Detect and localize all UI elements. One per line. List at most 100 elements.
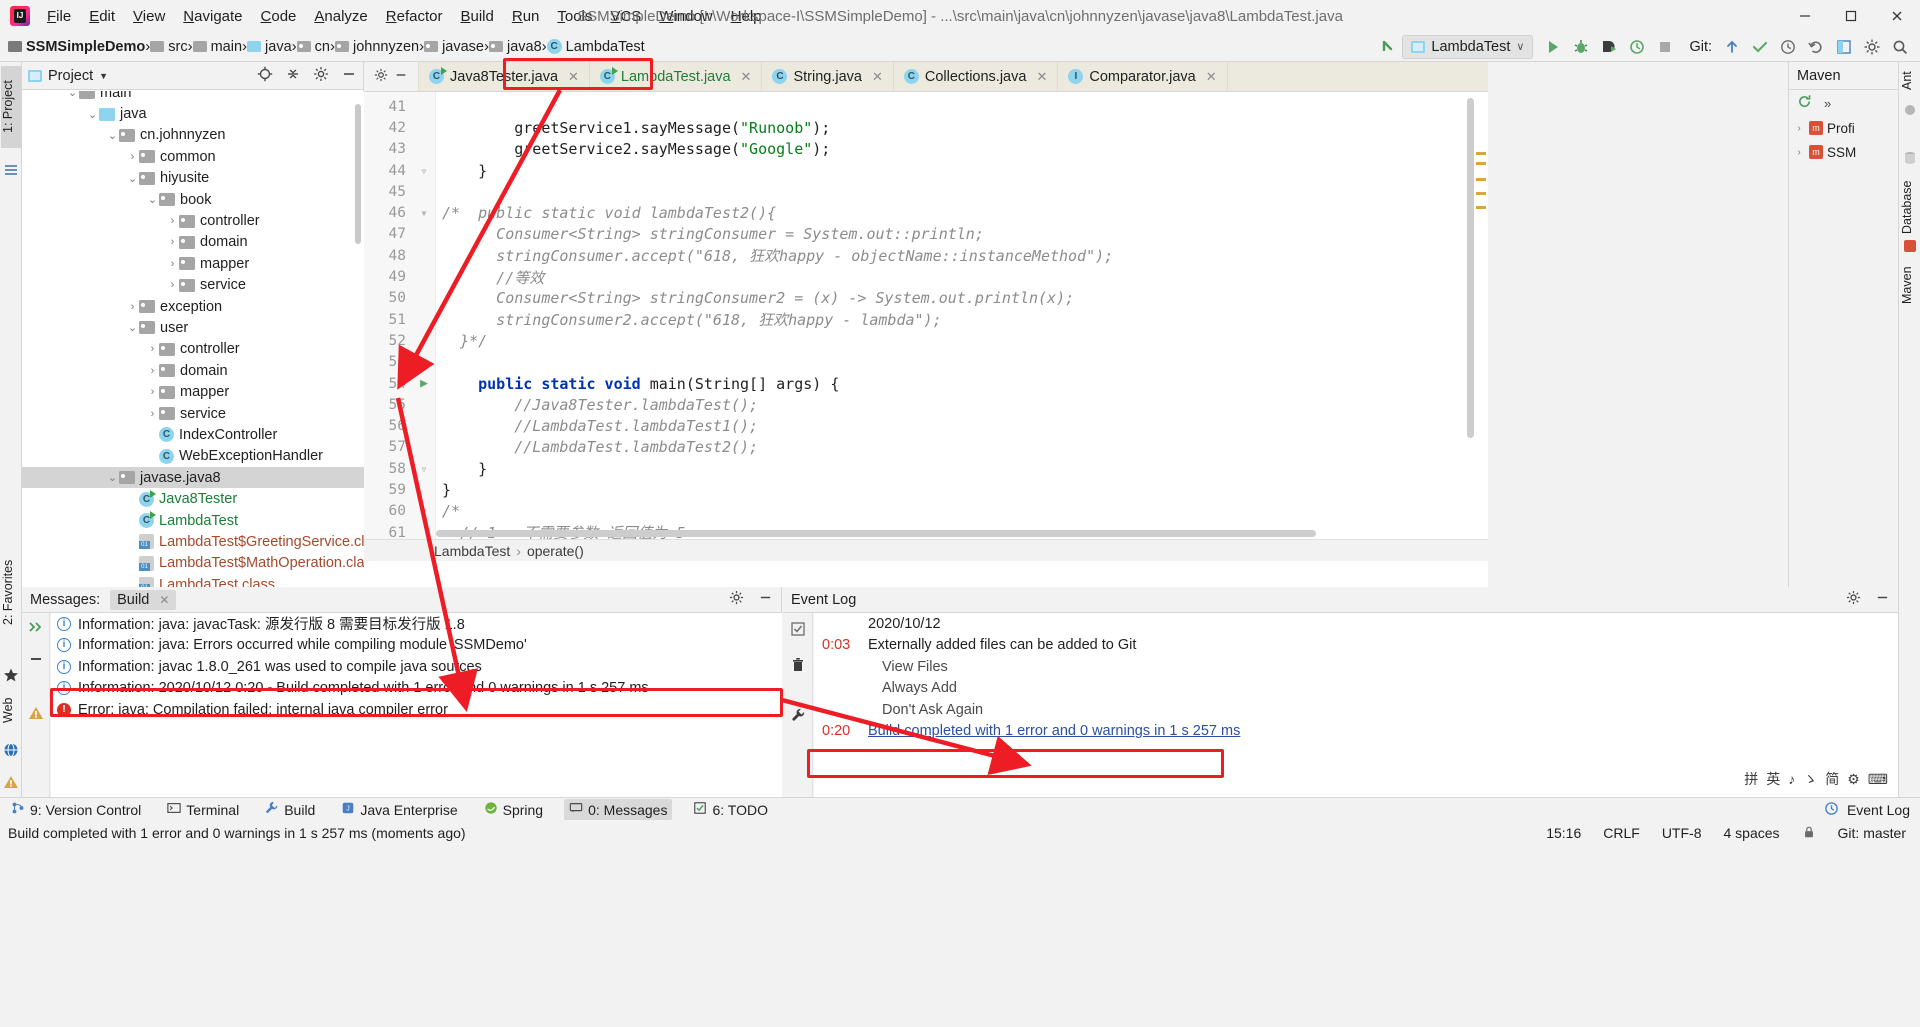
run-with-coverage-icon[interactable] [1595, 34, 1623, 60]
breadcrumb-item-javase[interactable]: javase [424, 39, 484, 55]
chevron-right-icon[interactable]: › [166, 236, 179, 249]
warning-icon[interactable] [28, 705, 44, 725]
menu-help[interactable]: Help [722, 5, 771, 28]
arrow-up-left-icon[interactable] [1374, 34, 1402, 60]
code-text[interactable]: Consumer<String> stringConsumer2 = (x) -… [436, 289, 1074, 307]
event-log-message[interactable]: Always Add [868, 680, 957, 696]
tree-item-lambdatest-class[interactable]: LambdaTest.class [22, 574, 364, 587]
menu-build[interactable]: Build [451, 5, 502, 28]
tree-item-hiyusite[interactable]: ⌄ hiyusite [22, 168, 364, 189]
mark-read-icon[interactable] [790, 621, 806, 641]
code-text[interactable]: }*/ [436, 332, 487, 350]
code-text[interactable]: //Java8Tester.lambdaTest(); [436, 396, 758, 414]
code-editor[interactable]: 41 42 greetService1.sayMessage("Runoob");… [364, 92, 1488, 561]
chevron-right-icon[interactable]: › [166, 279, 179, 292]
run-configuration-selector[interactable]: LambdaTest ∨ [1402, 34, 1534, 59]
gutter-marker[interactable]: ▿ [412, 462, 436, 476]
tree-item-controller[interactable]: › controller [22, 210, 364, 231]
chevron-down-icon[interactable]: ▼ [99, 71, 108, 81]
ime-glyph[interactable]: 英 [1766, 769, 1780, 789]
code-line-50[interactable]: 50 Consumer<String> stringConsumer2 = (x… [364, 288, 1488, 309]
editor-marker-column[interactable] [1474, 92, 1488, 561]
event-log-message[interactable]: Build completed with 1 error and 0 warni… [868, 723, 1240, 739]
sidebar-item-maven[interactable]: Maven [1900, 257, 1920, 313]
message-row-error[interactable]: ! Error: java: Compilation failed: intern… [51, 699, 782, 721]
sidebar-item-web[interactable]: Web [1, 690, 21, 730]
editor-vertical-scrollbar[interactable] [1467, 98, 1474, 438]
hide-icon[interactable] [394, 68, 408, 86]
code-text[interactable]: //LambdaTest.lambdaTest2(); [436, 438, 758, 456]
chevron-down-icon[interactable]: ⌄ [86, 108, 99, 121]
tree-item-common[interactable]: › common [22, 146, 364, 167]
code-line-44[interactable]: 44 ▿ } [364, 160, 1488, 181]
tool-window-spring[interactable]: Spring [479, 799, 548, 820]
chevron-right-icon[interactable]: › [146, 343, 159, 356]
code-line-57[interactable]: 57 //LambdaTest.lambdaTest2(); [364, 437, 1488, 458]
code-line-53[interactable]: 53 [364, 352, 1488, 373]
chevron-down-icon[interactable]: ⌄ [66, 91, 79, 99]
code-line-43[interactable]: 43 greetService2.sayMessage("Google"); [364, 139, 1488, 160]
code-line-55[interactable]: 55 //Java8Tester.lambdaTest(); [364, 394, 1488, 415]
tree-item-controller[interactable]: › controller [22, 339, 364, 360]
chevron-right-icon[interactable]: › [126, 150, 139, 163]
hide-icon[interactable] [341, 66, 357, 86]
gutter-marker[interactable]: ▿ [412, 164, 436, 178]
messages-tab-build[interactable]: Build ✕ [110, 589, 177, 610]
tree-item-cn-johnnyzen[interactable]: ⌄ cn.johnnyzen [22, 125, 364, 146]
tree-item-main[interactable]: ⌄ main [22, 91, 364, 103]
code-line-60[interactable]: 60 ▾/* [364, 501, 1488, 522]
tree-item-webexceptionhandler[interactable]: C WebExceptionHandler [22, 446, 364, 467]
hide-icon[interactable] [758, 590, 773, 609]
locate-icon[interactable] [257, 66, 273, 86]
collapse-all-icon[interactable] [285, 66, 301, 86]
status-line-separator[interactable]: CRLF [1603, 825, 1640, 841]
gutter-marker[interactable]: ▾ [412, 504, 436, 518]
editor-breadcrumb-method[interactable]: operate() [527, 543, 584, 559]
tree-item-indexcontroller[interactable]: C IndexController [22, 424, 364, 445]
tree-item-user[interactable]: ⌄ user [22, 317, 364, 338]
code-text[interactable]: stringConsumer2.accept("618, 狂欢happy - l… [436, 309, 941, 330]
code-text[interactable]: //等效 [436, 267, 544, 288]
tree-item-java8tester[interactable]: C Java8Tester [22, 488, 364, 509]
code-text[interactable]: /* [436, 502, 460, 520]
maximize-button[interactable] [1828, 0, 1874, 32]
menu-analyze[interactable]: Analyze [305, 5, 376, 28]
close-icon[interactable]: ✕ [741, 69, 752, 85]
gear-icon[interactable] [313, 66, 329, 86]
tree-item-mapper[interactable]: › mapper [22, 381, 364, 402]
status-encoding[interactable]: UTF-8 [1662, 825, 1702, 841]
breadcrumb-item-main[interactable]: main [192, 39, 242, 55]
code-line-49[interactable]: 49 //等效 [364, 266, 1488, 287]
tool-window-9-version-control[interactable]: 9: Version Control [6, 799, 146, 820]
code-line-54[interactable]: 54 ▶ public static void main(String[] arg… [364, 373, 1488, 394]
event-log-icon[interactable] [1824, 801, 1839, 819]
chevron-right-icon[interactable]: › [1793, 122, 1805, 135]
ime-glyph[interactable]: 简 [1825, 769, 1839, 789]
ime-glyph[interactable]: ⌨ [1868, 771, 1888, 788]
chevron-down-icon[interactable]: ⌄ [126, 321, 139, 334]
code-line-47[interactable]: 47 Consumer<String> stringConsumer = Sys… [364, 224, 1488, 245]
menu-vcs[interactable]: VCS [601, 5, 650, 28]
code-line-51[interactable]: 51 stringConsumer2.accept("618, 狂欢happy … [364, 309, 1488, 330]
tree-item-java[interactable]: ⌄ java [22, 103, 364, 124]
code-line-45[interactable]: 45 [364, 181, 1488, 202]
tree-item-javase-java8[interactable]: ⌄ javase.java8 [22, 467, 364, 489]
message-row-info[interactable]: i Information: java: Errors occurred whil… [51, 635, 782, 657]
revert-icon[interactable] [1802, 34, 1830, 60]
event-log-row[interactable]: Always Add [814, 678, 1898, 700]
event-log-list[interactable]: 2020/10/12 0:03 Externally added files can… [814, 613, 1898, 797]
code-line-48[interactable]: 48 stringConsumer.accept("618, 狂欢happy -… [364, 245, 1488, 266]
breadcrumb-item-src[interactable]: src [150, 39, 188, 55]
menu-edit[interactable]: Edit [80, 5, 124, 28]
trash-icon[interactable] [790, 657, 806, 677]
chevron-down-icon[interactable]: ⌄ [106, 129, 119, 142]
search-icon[interactable] [1886, 34, 1914, 60]
editor-breadcrumb-class[interactable]: LambdaTest [434, 543, 510, 559]
close-button[interactable] [1874, 0, 1920, 32]
editor-horizontal-scrollbar[interactable] [436, 530, 1316, 537]
maven-item-ssm[interactable]: › m SSM [1789, 140, 1898, 164]
code-text[interactable]: /* public static void lambdaTest2(){ [436, 204, 776, 222]
status-git-branch[interactable]: Git: master [1838, 825, 1906, 841]
code-line-59[interactable]: 59} [364, 479, 1488, 500]
code-text[interactable]: stringConsumer.accept("618, 狂欢happy - ob… [436, 245, 1113, 266]
